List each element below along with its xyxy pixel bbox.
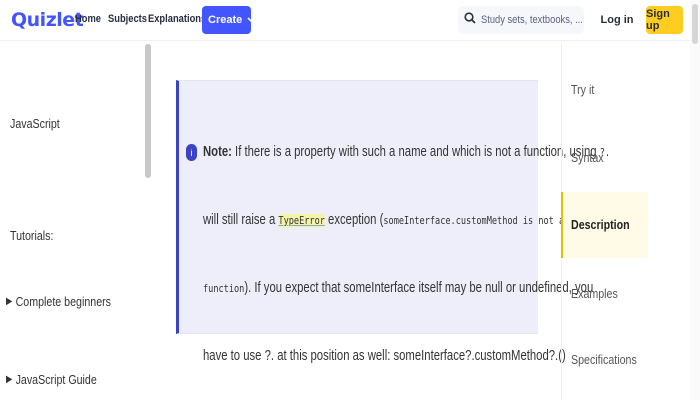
toc-item-syntax[interactable]: Syntax <box>571 150 604 165</box>
search-placeholder: Study sets, textbooks, ... <box>481 14 583 26</box>
login-button[interactable]: Log in <box>600 6 634 34</box>
sidebar-item-label: JavaScript Guide <box>15 372 97 387</box>
note-label: Note: <box>203 144 232 160</box>
quizlet-logo[interactable]: Quizlet <box>11 9 84 31</box>
sidebar-item-javascript-guide[interactable]: ▶ JavaScript Guide <box>6 372 97 387</box>
chevron-down-icon <box>247 14 256 26</box>
search-icon <box>464 11 476 29</box>
page-scroll-thumb[interactable] <box>692 4 698 44</box>
toc-item-try-it[interactable]: Try it <box>571 82 594 97</box>
top-navigation: Quizlet Home Subjects Explanations Creat… <box>0 0 700 41</box>
sidebar-title[interactable]: JavaScript <box>10 116 60 131</box>
triangle-right-icon: ▶ <box>6 296 13 307</box>
sidebar-item-label: Complete beginners <box>15 294 112 309</box>
nav-home[interactable]: Home <box>75 13 101 25</box>
typeerror-link[interactable]: TypeError <box>278 214 325 227</box>
note-text-2: will still raise a <box>203 212 279 228</box>
note-code-2: someInterface.customMethod is not a <box>383 214 565 227</box>
signup-button[interactable]: Sign up <box>646 6 683 34</box>
toc-item-specifications[interactable]: Specifications <box>571 352 637 367</box>
nav-subjects[interactable]: Subjects <box>108 13 147 25</box>
note-text-1: If there is a property with such a name … <box>231 144 600 160</box>
note-code-3: function <box>203 282 245 295</box>
note-text-3: ). If you expect that someInterface itse… <box>244 280 594 296</box>
create-button[interactable]: Create <box>202 6 256 34</box>
sidebar-heading: Tutorials: <box>10 228 54 243</box>
note-line-2: will still raise a TypeError exception (… <box>203 212 564 228</box>
sidebar-scrollbar[interactable] <box>145 44 151 178</box>
sidebar-item-complete-beginners[interactable]: ▶ Complete beginners <box>6 294 111 309</box>
note-line-4: have to use ?. at this position as well:… <box>203 348 566 364</box>
toc-item-examples[interactable]: Examples <box>571 286 618 301</box>
info-icon: i <box>186 144 197 161</box>
triangle-right-icon: ▶ <box>6 374 13 385</box>
note-line-3: function). If you expect that someInterf… <box>203 280 593 296</box>
create-label: Create <box>208 14 243 26</box>
search-input[interactable]: Study sets, textbooks, ... <box>458 6 584 34</box>
nav-explanations[interactable]: Explanations <box>148 13 206 25</box>
note-text-2b: exception ( <box>324 212 384 228</box>
page-scrollbar[interactable] <box>690 0 700 400</box>
note-line-1: Note: If there is a property with such a… <box>203 144 610 160</box>
toc-item-description[interactable]: Description <box>571 217 630 232</box>
